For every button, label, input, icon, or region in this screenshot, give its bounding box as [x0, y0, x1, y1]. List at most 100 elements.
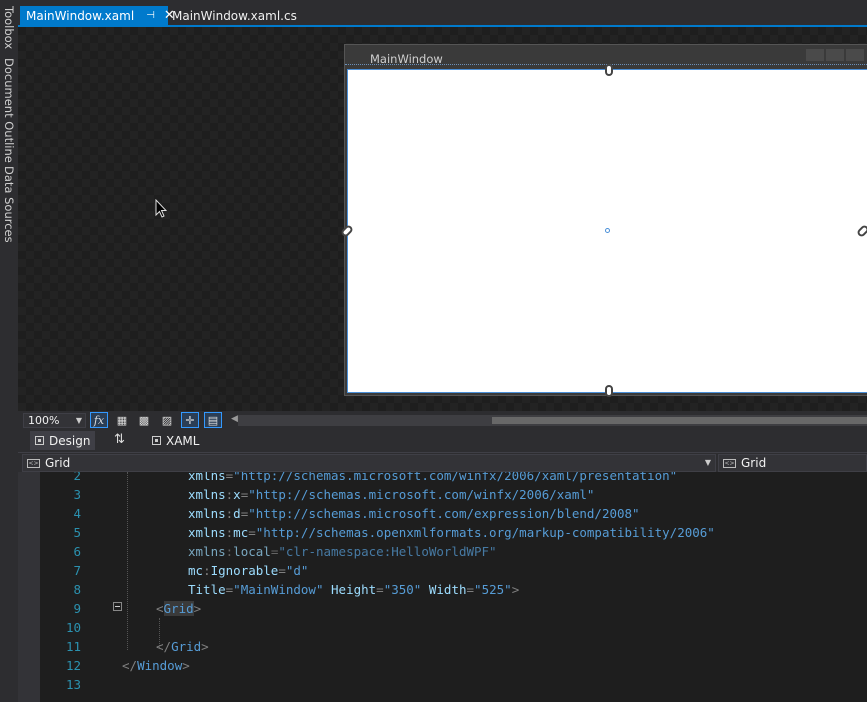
code-line: xmlns:d="http://schemas.microsoft.com/ex…	[188, 504, 640, 523]
element-icon: <>	[27, 458, 40, 468]
design-xaml-switcher: Design ⇅ XAML	[18, 430, 867, 452]
artboard-background-button[interactable]: ▨	[158, 412, 176, 428]
effects-button[interactable]: fx	[90, 412, 108, 428]
pin-icon[interactable]: ⊣	[146, 10, 155, 21]
toolbox-tab[interactable]: Toolbox	[0, 4, 18, 52]
code-token: >	[193, 601, 202, 616]
design-label: Design	[49, 433, 91, 448]
line-number: 3	[73, 487, 81, 502]
close-window-button	[846, 49, 864, 61]
code-token: Height	[331, 582, 377, 597]
fx-icon: fx	[93, 413, 105, 427]
element-scope-value: Grid	[45, 456, 71, 470]
scroll-left-icon[interactable]: ◀	[231, 414, 238, 424]
horizontal-scrollbar[interactable]	[238, 415, 867, 426]
code-token: local	[233, 544, 271, 559]
code-token: "http://schemas.microsoft.com/winfx/2006…	[233, 472, 678, 483]
code-line: xmlns:local="clr-namespace:HelloWorldWPF…	[188, 542, 497, 561]
code-token: mc	[233, 525, 249, 540]
code-token: d	[233, 506, 241, 521]
collapse-icon[interactable]	[113, 602, 122, 611]
member-dropdown[interactable]: <> Grid	[718, 454, 867, 472]
snaplines-icon: ✛	[185, 413, 195, 427]
snap-gridlines-button[interactable]: ▩	[135, 412, 153, 428]
line-number: 10	[65, 620, 81, 635]
tab-design[interactable]: Design	[30, 431, 96, 450]
tab-label: MainWindow.xaml	[26, 8, 135, 23]
line-number: 4	[73, 506, 81, 521]
code-token: xmlns	[188, 544, 226, 559]
document-outline-tab[interactable]: Document Outline	[0, 57, 18, 163]
editor-margin	[18, 472, 40, 702]
tab-xaml[interactable]: XAML	[147, 431, 204, 450]
code-line: xmlns="http://schemas.microsoft.com/winf…	[188, 472, 677, 485]
code-token: xmlns	[188, 472, 226, 483]
tab-label: MainWindow.xaml.cs	[172, 8, 297, 23]
wpf-window-preview[interactable]: MainWindow	[339, 44, 867, 397]
code-token: :	[203, 563, 211, 578]
designer-toolbar: 100% ▼ fx ▦ ▩ ▨ ✛ ▤ ◀	[18, 411, 867, 430]
code-token: >	[201, 639, 209, 654]
center-adorner	[605, 228, 610, 233]
line-number: 5	[73, 525, 81, 540]
line-number: 8	[73, 582, 81, 597]
line-number: 2	[73, 472, 81, 483]
code-line: xmlns:mc="http://schemas.openxmlformats.…	[188, 523, 715, 542]
tab-mainwindow-xaml[interactable]: MainWindow.xaml ⊣ ✕	[20, 6, 175, 25]
top-anchor-adorner[interactable]	[605, 64, 613, 76]
code-token: xmlns	[188, 525, 226, 540]
line-number: 11	[65, 639, 81, 654]
document-outline-tab-label: Document Outline	[2, 57, 16, 163]
tab-mainwindow-xaml-cs[interactable]: MainWindow.xaml.cs	[166, 6, 297, 25]
data-sources-tab-label: Data Sources	[2, 165, 16, 243]
design-surface[interactable]: MainWindow	[18, 27, 867, 411]
xaml-code-editor[interactable]: 2 xmlns="http://schemas.microsoft.com/win…	[18, 472, 867, 702]
snap-grid-icon: ▩	[138, 413, 150, 427]
document-tab-strip: MainWindow.xaml ⊣ ✕ MainWindow.xaml.cs	[18, 0, 867, 27]
swap-panes-icon[interactable]: ⇅	[114, 432, 125, 447]
element-icon: <>	[723, 458, 736, 468]
code-token: <	[156, 601, 164, 616]
code-token: Grid	[171, 639, 202, 654]
code-token: x	[233, 487, 241, 502]
line-number: 13	[65, 677, 81, 692]
minimize-button	[806, 49, 824, 61]
code-line: </Grid>	[156, 637, 209, 656]
code-token: "d"	[285, 563, 309, 578]
code-token: </	[122, 658, 138, 673]
design-icon	[35, 436, 44, 445]
xaml-label: XAML	[166, 433, 200, 448]
xaml-icon	[152, 436, 161, 445]
code-line: Title="MainWindow" Height="350" Width="5…	[188, 580, 519, 599]
mouse-cursor-icon	[155, 199, 167, 218]
navigation-bar: <> Grid ▼ <> Grid	[18, 452, 867, 472]
grid-icon: ▦	[116, 413, 128, 427]
code-line: xmlns:x="http://schemas.microsoft.com/wi…	[188, 485, 594, 504]
zoom-dropdown[interactable]: 100% ▼	[23, 413, 86, 428]
grid-content-area[interactable]	[347, 69, 867, 393]
snap-to-snaplines-button[interactable]: ✛	[181, 412, 199, 428]
zoom-value: 100%	[28, 414, 60, 427]
data-sources-tab[interactable]: Data Sources	[0, 165, 18, 243]
bottom-anchor-adorner[interactable]	[605, 385, 613, 397]
code-token: "http://schemas.microsoft.com/expression…	[248, 506, 640, 521]
line-number: 7	[73, 563, 81, 578]
code-token: "http://schemas.microsoft.com/winfx/2006…	[248, 487, 595, 502]
line-number: 12	[65, 658, 81, 673]
chevron-down-icon: ▼	[704, 458, 711, 467]
code-token: =	[248, 525, 256, 540]
code-token: =	[466, 582, 475, 597]
toolbox-tab-label: Toolbox	[2, 6, 16, 50]
grid-lines-button[interactable]: ▦	[113, 412, 131, 428]
scrollbar-thumb[interactable]	[492, 417, 867, 424]
code-line: </Window>	[122, 656, 190, 675]
code-token: </	[156, 639, 172, 654]
code-token: Title	[188, 582, 226, 597]
element-scope-dropdown[interactable]: <> Grid ▼	[22, 454, 716, 472]
code-line: mc:Ignorable="d"	[188, 561, 308, 580]
code-token: "350"	[383, 582, 422, 597]
code-token: Grid	[163, 601, 194, 616]
code-token: Ignorable	[210, 563, 279, 578]
visual-studio-xaml-editor: Toolbox Document Outline Data Sources Ma…	[0, 0, 867, 702]
project-code-button[interactable]: ▤	[204, 412, 222, 428]
